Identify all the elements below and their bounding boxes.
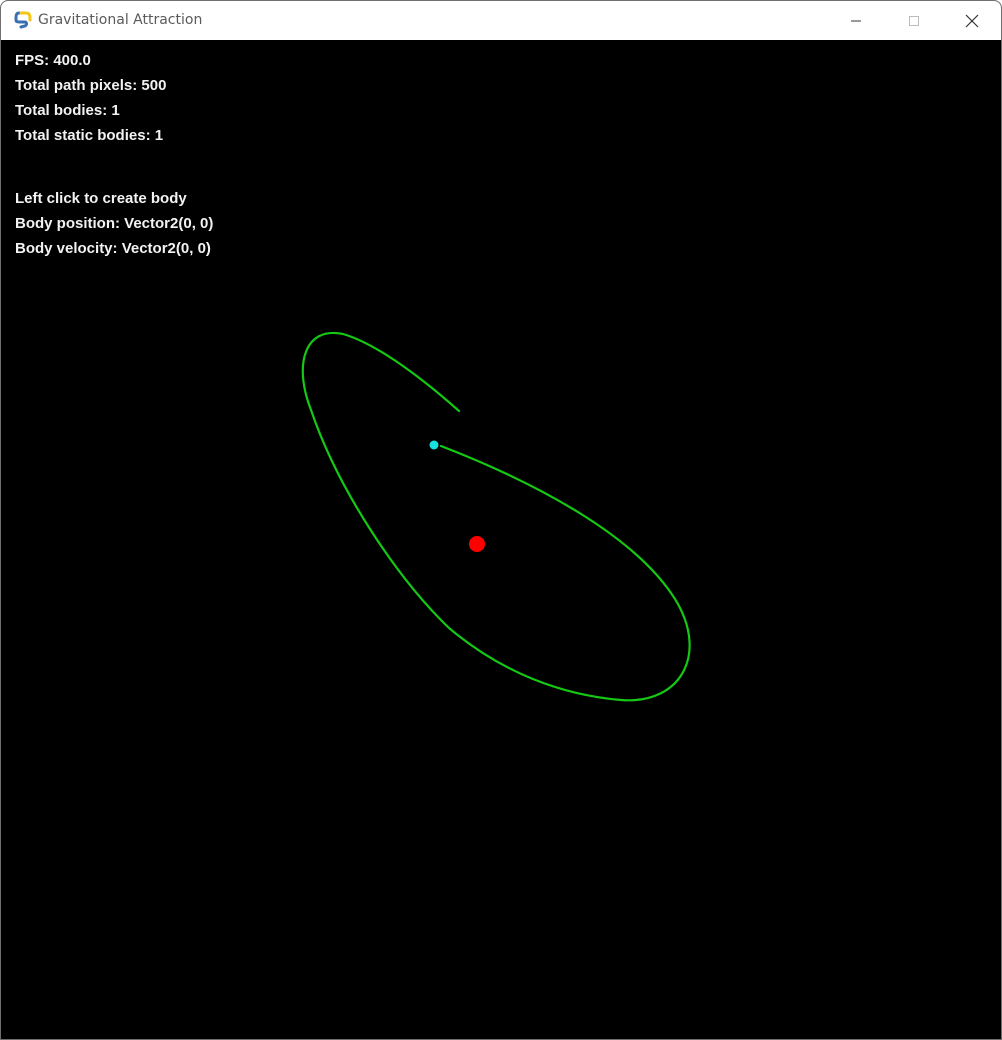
static-bodies-readout: Total static bodies: 1 (15, 127, 164, 144)
fps-readout: FPS: 400.0 (15, 52, 91, 69)
title-bar[interactable]: Gravitational Attraction (1, 1, 1001, 40)
maximize-icon (909, 15, 919, 26)
pygame-snake-icon (14, 11, 32, 29)
window-title: Gravitational Attraction (38, 12, 203, 28)
instruction-text: Left click to create body (15, 190, 187, 207)
orbiting-body (429, 440, 439, 450)
maximize-button[interactable] (885, 1, 943, 40)
body-velocity-readout: Body velocity: Vector2(0, 0) (15, 240, 211, 257)
path-pixels-readout: Total path pixels: 500 (15, 77, 167, 94)
app-window: Gravitational Attraction FPS: 400.0 Tota… (0, 0, 1002, 1040)
body-position-readout: Body position: Vector2(0, 0) (15, 215, 214, 232)
simulation-canvas[interactable]: FPS: 400.0 Total path pixels: 500 Total … (1, 40, 1001, 1039)
static-body (469, 536, 485, 552)
close-icon (965, 14, 979, 27)
minimize-icon (851, 20, 861, 21)
bodies-readout: Total bodies: 1 (15, 102, 120, 119)
minimize-button[interactable] (827, 1, 885, 40)
close-button[interactable] (943, 1, 1001, 40)
orbit-path (301, 331, 691, 702)
